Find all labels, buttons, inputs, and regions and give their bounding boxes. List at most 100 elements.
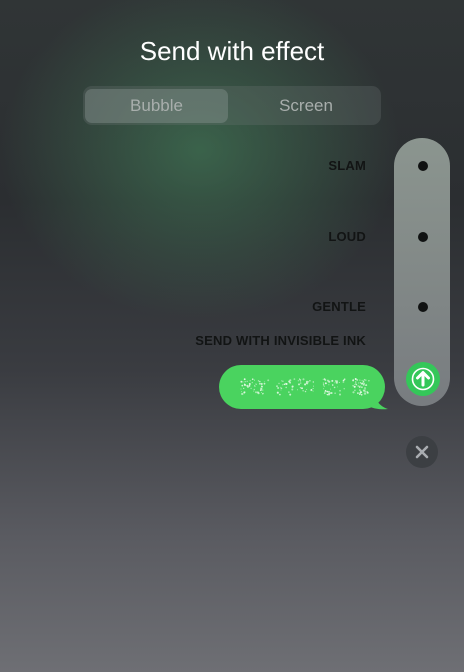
- ink-particle: [306, 389, 308, 390]
- ink-particle: [285, 382, 288, 386]
- ink-particle: [359, 379, 361, 381]
- ink-particle: [331, 384, 334, 386]
- ink-particle: [338, 382, 340, 383]
- ink-particle: [312, 388, 314, 389]
- effect-option-slam[interactable]: [418, 161, 428, 171]
- ink-particle: [246, 380, 248, 383]
- ink-particle: [251, 378, 254, 381]
- ink-particle: [352, 384, 354, 387]
- ink-particle: [343, 378, 346, 380]
- ink-particle: [298, 378, 301, 380]
- ink-particle: [328, 390, 330, 393]
- ink-particle: [357, 382, 360, 384]
- ink-particle: [262, 389, 264, 391]
- ink-particle: [263, 382, 266, 385]
- effect-slider[interactable]: [394, 138, 450, 406]
- ink-particle: [302, 378, 305, 381]
- ink-particle: [240, 391, 242, 393]
- ink-particle: [280, 389, 282, 391]
- ink-particle: [255, 383, 257, 385]
- ink-particle: [293, 378, 296, 380]
- ink-particle: [258, 382, 261, 385]
- ink-particle: [328, 384, 330, 386]
- ink-particle: [248, 385, 251, 387]
- ink-particle: [250, 387, 252, 390]
- ink-particle: [358, 389, 361, 392]
- effect-label-loud[interactable]: LOUD: [328, 229, 366, 244]
- ink-particle: [282, 380, 284, 382]
- ink-particle: [363, 387, 367, 390]
- ink-particle: [352, 391, 355, 394]
- effect-type-segmented-control: Bubble Screen: [83, 86, 381, 125]
- ink-particle: [324, 379, 327, 381]
- effect-option-gentle[interactable]: [418, 302, 428, 312]
- ink-particle: [334, 392, 336, 394]
- effect-label-invisible-ink[interactable]: SEND WITH INVISIBLE INK: [195, 333, 366, 348]
- ink-particle: [288, 391, 290, 393]
- ink-particle: [324, 382, 327, 384]
- ink-particle: [251, 381, 253, 384]
- tab-screen[interactable]: Screen: [233, 89, 379, 123]
- ink-particle: [368, 380, 370, 382]
- ink-particle: [276, 391, 279, 394]
- effect-option-loud[interactable]: [418, 232, 428, 242]
- ink-particle: [343, 388, 345, 390]
- ink-particle: [289, 393, 292, 396]
- close-button[interactable]: [406, 436, 438, 468]
- ink-particle: [263, 381, 265, 383]
- close-icon: [415, 445, 429, 459]
- ink-particle: [328, 394, 330, 396]
- ink-particle: [363, 379, 366, 381]
- ink-particle: [338, 393, 342, 396]
- ink-particle: [302, 390, 304, 392]
- ink-particle: [241, 393, 243, 395]
- ink-particle: [323, 385, 325, 387]
- send-button[interactable]: [406, 362, 440, 396]
- ink-particle: [243, 391, 246, 393]
- ink-particle: [357, 385, 359, 387]
- ink-particle: [240, 388, 242, 390]
- ink-particle: [360, 386, 363, 389]
- effect-label-slam[interactable]: SLAM: [328, 158, 366, 173]
- ink-particle: [358, 393, 361, 396]
- ink-particle: [365, 379, 367, 381]
- ink-particle: [322, 378, 324, 380]
- ink-particle: [243, 387, 245, 390]
- tab-bubble[interactable]: Bubble: [85, 89, 228, 123]
- ink-particle: [291, 388, 294, 391]
- ink-particle: [243, 378, 246, 381]
- ink-particle: [254, 385, 256, 387]
- ink-particle: [240, 380, 243, 383]
- ink-particle: [312, 390, 314, 392]
- ink-particle: [267, 379, 270, 382]
- ink-particle: [323, 392, 326, 394]
- ink-particle: [242, 381, 244, 383]
- ink-particle: [342, 381, 345, 383]
- ink-particle: [297, 380, 299, 382]
- ink-particle: [241, 384, 244, 387]
- page-title: Send with effect: [139, 36, 325, 66]
- ink-particle: [304, 390, 307, 393]
- ink-particle: [261, 386, 264, 388]
- ink-particle: [339, 389, 341, 392]
- ink-particle: [306, 382, 309, 385]
- ink-particle: [280, 387, 283, 390]
- ink-particle: [309, 379, 311, 382]
- ink-particle: [335, 381, 338, 384]
- ink-particle: [260, 392, 262, 394]
- ink-particle: [352, 379, 354, 382]
- ink-particle: [312, 381, 314, 383]
- ink-particle: [259, 380, 261, 383]
- ink-particle: [362, 383, 365, 386]
- ink-particle: [254, 379, 255, 381]
- ink-particle: [323, 384, 325, 386]
- ink-particle: [298, 383, 300, 386]
- ink-particle: [326, 394, 329, 396]
- ink-particle: [243, 383, 246, 385]
- effect-label-gentle[interactable]: GENTLE: [312, 299, 366, 314]
- ink-particle: [323, 388, 325, 390]
- ink-particle: [277, 387, 279, 389]
- ink-particle: [291, 385, 294, 388]
- ink-particle: [329, 392, 332, 395]
- ink-particle: [322, 382, 324, 384]
